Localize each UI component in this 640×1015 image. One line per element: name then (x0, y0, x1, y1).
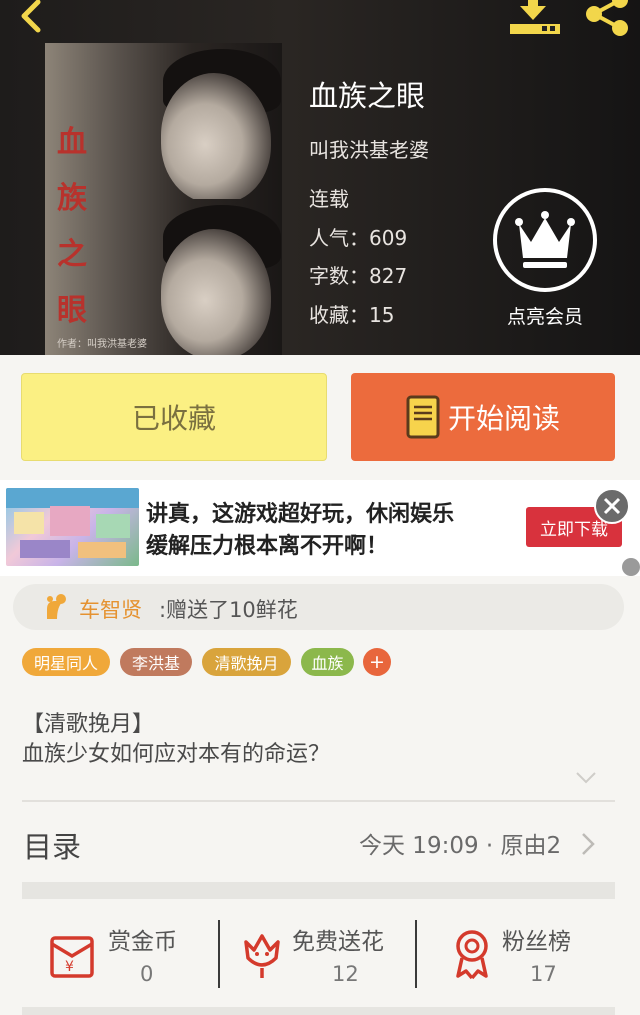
book-author[interactable]: 叫我洪基老婆 (309, 134, 429, 163)
tag-item[interactable]: 血族 (301, 648, 354, 676)
book-icon (406, 395, 440, 439)
stat-divider (415, 920, 417, 988)
flower-gift-icon (47, 594, 66, 619)
divider (22, 800, 615, 802)
book-title: 血族之眼 (309, 79, 426, 113)
ad-headline: 讲真，这游戏超好玩，休闲娱乐 (146, 502, 455, 527)
back-chevron-icon[interactable] (14, 0, 50, 34)
ad-image (6, 488, 139, 566)
gift-notice: 车智贤 :赠送了10鲜花 (13, 584, 624, 630)
tag-item[interactable]: 李洪基 (120, 648, 192, 676)
book-cover[interactable]: 血族之眼 作者：叫我洪基老婆 (45, 43, 282, 355)
favorited-label: 已收藏 (131, 402, 216, 435)
fan-ranking-button[interactable]: 粉丝榜 17 (450, 918, 600, 990)
start-reading-button[interactable]: 开始阅读 (351, 373, 615, 461)
medal-icon (456, 930, 488, 980)
tag-item[interactable]: 清歌挽月 (202, 648, 291, 676)
gift-message: :赠送了10鲜花 (159, 598, 298, 622)
ad-subline: 缓解压力根本离不开啊！ (146, 534, 389, 559)
vip-button[interactable] (493, 188, 597, 292)
free-flower-button[interactable]: 免费送花 12 (240, 918, 410, 990)
section-separator (22, 1007, 615, 1015)
red-envelope-icon: ¥ (50, 936, 94, 978)
description-line: 血族少女如何应对本有的命运？ (22, 742, 331, 767)
stat-label: 粉丝榜 (502, 929, 571, 955)
toc-latest-update[interactable]: 今天 19:09 · 原由2 (359, 826, 561, 860)
stat-value: 12 (332, 962, 359, 986)
stat-value: 17 (530, 962, 557, 986)
chevron-right-icon[interactable] (580, 832, 596, 856)
stat-label: 免费送花 (292, 929, 384, 955)
toc-title[interactable]: 目录 (23, 824, 81, 866)
cover-title: 血族之眼 (57, 125, 87, 328)
download-icon[interactable] (506, 0, 562, 38)
vip-label[interactable]: 点亮会员 (490, 302, 600, 329)
ad-close-button[interactable] (594, 488, 630, 524)
crown-icon (515, 211, 575, 268)
start-reading-label: 开始阅读 (447, 402, 560, 435)
cover-author: 作者：叫我洪基老婆 (57, 339, 147, 350)
book-header: 血族之眼 作者：叫我洪基老婆 血族之眼 叫我洪基老婆 连载 人气：609 字数：… (0, 0, 640, 355)
description-line: 【清歌挽月】 (22, 712, 155, 737)
section-separator (22, 882, 615, 899)
stat-label: 赏金币 (108, 929, 177, 955)
gift-user[interactable]: 车智贤 (79, 594, 142, 624)
ad-info-icon[interactable] (622, 558, 640, 576)
share-icon[interactable] (580, 0, 632, 38)
close-icon (603, 497, 621, 515)
add-tag-button[interactable]: + (363, 648, 391, 676)
favorites-stat: 收藏：15 (309, 303, 395, 327)
stat-divider (218, 920, 220, 988)
flower-icon (244, 934, 280, 978)
reward-coins-button[interactable]: ¥ 赏金币 0 (48, 918, 198, 990)
expand-chevron-icon[interactable] (575, 771, 597, 785)
word-count-stat: 字数：827 (309, 264, 408, 288)
svg-text:¥: ¥ (65, 959, 74, 975)
book-status: 连载 (309, 187, 349, 211)
favorited-button[interactable]: 已收藏 (21, 373, 327, 461)
popularity-stat: 人气：609 (309, 226, 408, 250)
stat-value: 0 (140, 962, 154, 986)
tag-item[interactable]: 明星同人 (22, 648, 110, 676)
